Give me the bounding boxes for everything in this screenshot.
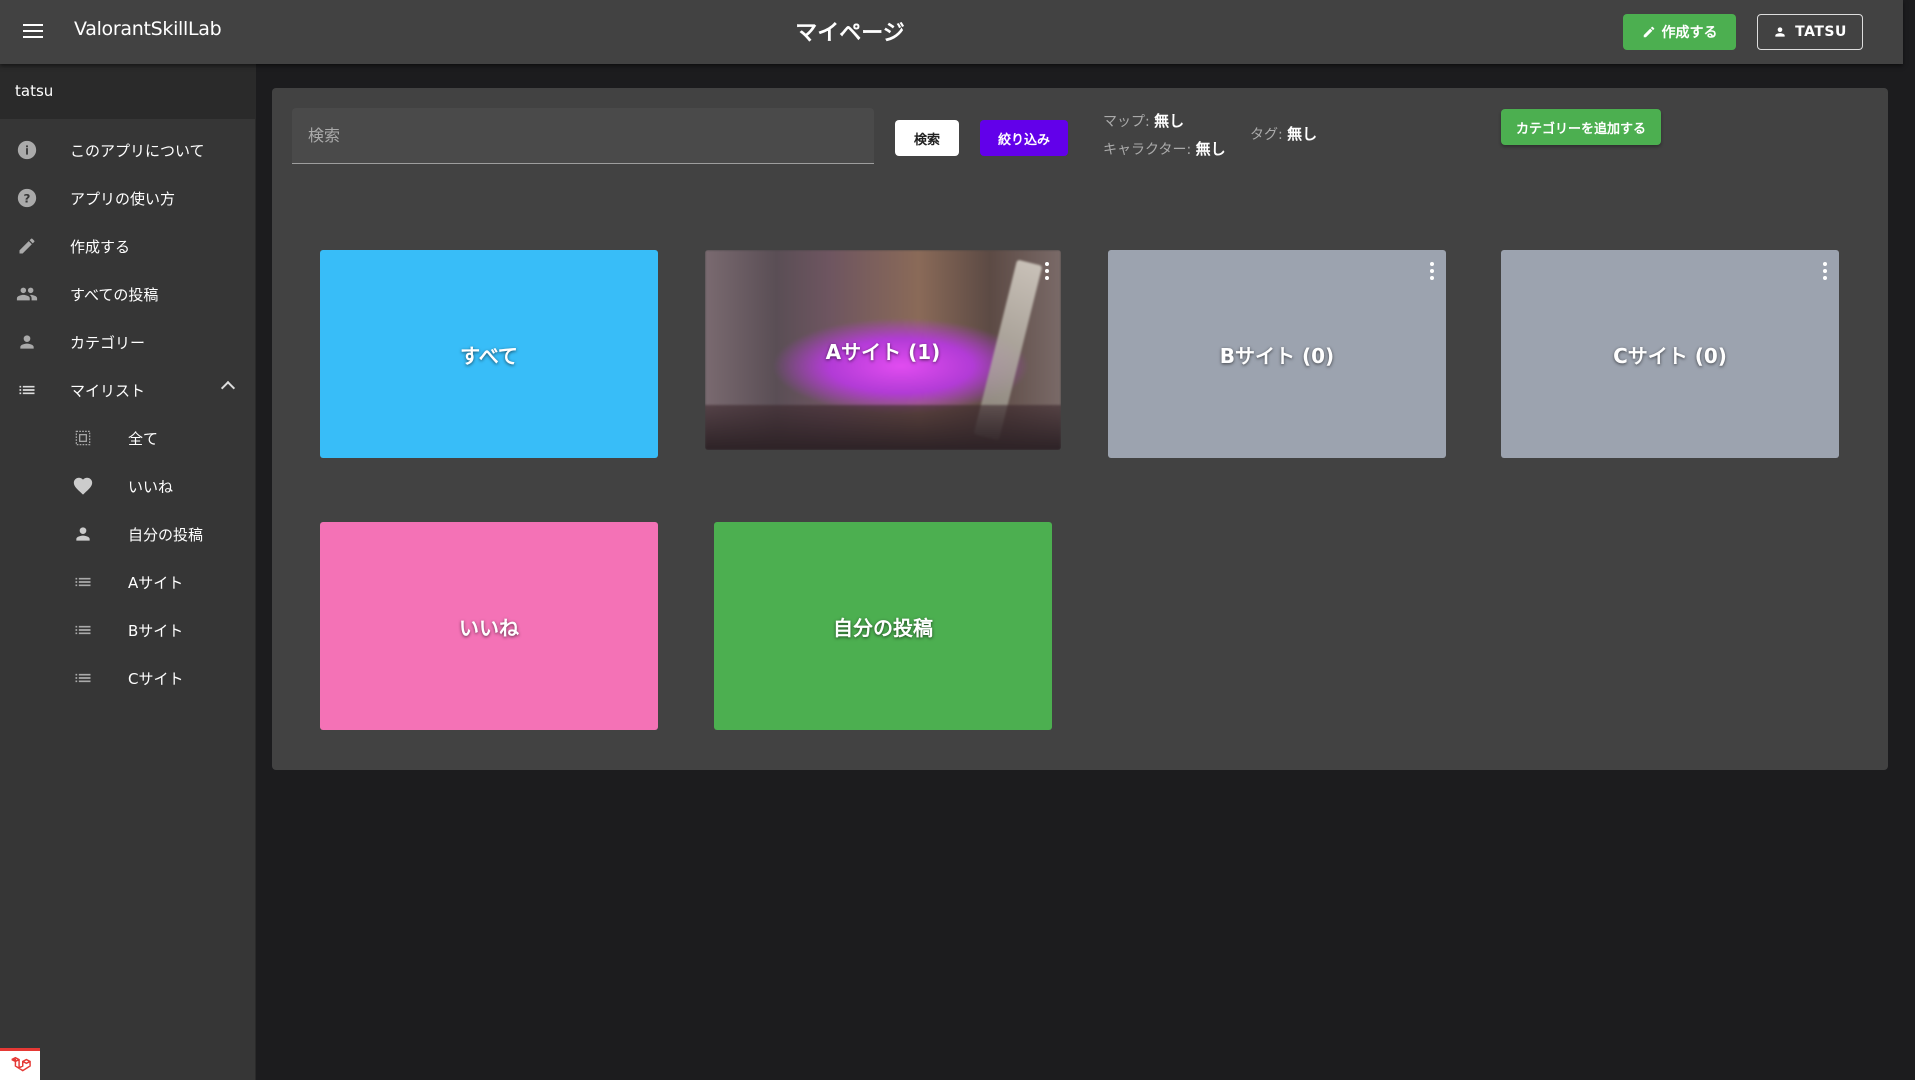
list-icon xyxy=(72,571,94,593)
create-button[interactable]: 作成する xyxy=(1623,14,1736,50)
character-filter: キャラクター: 無し xyxy=(1103,138,1226,159)
chevron-up-icon[interactable] xyxy=(220,380,236,396)
list-icon xyxy=(72,667,94,689)
person-icon xyxy=(1775,27,1785,37)
sidebar-item-about[interactable]: このアプリについて xyxy=(0,126,255,174)
category-card-likes[interactable]: いいね xyxy=(320,522,658,730)
character-filter-label: キャラクター: xyxy=(1103,142,1192,158)
category-card-label: Aサイト (1) xyxy=(825,339,941,364)
person-icon xyxy=(72,523,94,545)
pencil-icon xyxy=(1643,26,1654,38)
search-button[interactable]: 検索 xyxy=(895,120,959,156)
tag-filter-value: 無し xyxy=(1287,125,1318,143)
map-filter-label: マップ: xyxy=(1103,114,1150,130)
map-filter: マップ: 無し xyxy=(1103,110,1184,131)
list-icon xyxy=(72,619,94,641)
category-card-a-site[interactable]: Aサイト (1) xyxy=(705,250,1061,450)
sidebar-item-label: アプリの使い方 xyxy=(70,189,176,208)
list-icon xyxy=(16,379,38,401)
sidebar-item-label: 自分の投稿 xyxy=(128,525,204,544)
pencil-icon xyxy=(16,235,38,257)
character-filter-value: 無し xyxy=(1195,140,1226,158)
sidebar-item-label: 全て xyxy=(128,429,159,448)
app-bar: ValorantSkillLab マイページ 作成する TATSU xyxy=(0,0,1903,64)
search-input[interactable] xyxy=(292,108,874,163)
sidebar-item-label: 作成する xyxy=(70,237,131,256)
sidebar-item-all-posts[interactable]: すべての投稿 xyxy=(0,270,255,318)
info-icon xyxy=(16,139,38,161)
category-card-my-posts[interactable]: 自分の投稿 xyxy=(714,522,1052,730)
sidebar-username: tatsu xyxy=(0,64,255,119)
sidebar-item-category[interactable]: カテゴリー xyxy=(0,318,255,366)
filter-button[interactable]: 絞り込み xyxy=(980,120,1068,156)
sidebar: tatsu このアプリについて ? アプリの使い方 作成する すべての投稿 カテ… xyxy=(0,64,256,1080)
more-vert-icon[interactable] xyxy=(1045,262,1049,280)
sidebar-item-label: Aサイト xyxy=(128,573,184,592)
category-card-all[interactable]: すべて xyxy=(320,250,658,458)
sidebar-item-label: Bサイト xyxy=(128,621,184,640)
user-menu-label: TATSU xyxy=(1795,24,1847,40)
search-field[interactable] xyxy=(292,108,874,164)
add-category-button[interactable]: カテゴリーを追加する xyxy=(1501,109,1661,145)
category-card-label: 自分の投稿 xyxy=(833,615,933,640)
user-menu-button[interactable]: TATSU xyxy=(1757,14,1863,50)
sidebar-item-howto[interactable]: ? アプリの使い方 xyxy=(0,174,255,222)
people-icon xyxy=(16,283,38,305)
create-button-label: 作成する xyxy=(1661,25,1718,41)
sidebar-item-create[interactable]: 作成する xyxy=(0,222,255,270)
category-card-label: いいね xyxy=(459,615,519,640)
category-card-c-site[interactable]: Cサイト (0) xyxy=(1501,250,1839,458)
more-vert-icon[interactable] xyxy=(1430,262,1434,280)
laravel-logo-icon[interactable] xyxy=(0,1048,40,1080)
sidebar-item-label: このアプリについて xyxy=(70,141,205,160)
page-title: マイページ xyxy=(795,21,905,46)
sidebar-item-label: Cサイト xyxy=(128,669,184,688)
main-panel: 検索 絞り込み マップ: 無し キャラクター: 無し タグ: 無し カテゴリーを… xyxy=(272,88,1888,770)
svg-text:?: ? xyxy=(24,192,31,206)
sidebar-item-label: すべての投稿 xyxy=(70,285,159,304)
view-all-icon xyxy=(72,427,94,449)
sidebar-subitem-b-site[interactable]: Bサイト xyxy=(0,606,255,654)
category-card-label: Bサイト (0) xyxy=(1219,343,1335,368)
tag-filter-label: タグ: xyxy=(1250,127,1283,143)
sidebar-item-mylist[interactable]: マイリスト xyxy=(0,366,255,414)
person-icon xyxy=(16,331,38,353)
sidebar-item-label: いいね xyxy=(128,477,174,496)
map-filter-value: 無し xyxy=(1154,112,1185,130)
sidebar-item-label: マイリスト xyxy=(70,381,146,400)
sidebar-item-label: カテゴリー xyxy=(70,333,146,352)
category-card-label: Cサイト (0) xyxy=(1613,343,1727,368)
sidebar-subitem-my-posts[interactable]: 自分の投稿 xyxy=(0,510,255,558)
category-card-b-site[interactable]: Bサイト (0) xyxy=(1108,250,1446,458)
heart-icon xyxy=(72,475,94,497)
category-card-label: すべて xyxy=(460,343,518,368)
more-vert-icon[interactable] xyxy=(1823,262,1827,280)
tag-filter: タグ: 無し xyxy=(1250,123,1317,144)
help-icon: ? xyxy=(16,187,38,209)
sidebar-subitem-likes[interactable]: いいね xyxy=(0,462,255,510)
sidebar-subitem-a-site[interactable]: Aサイト xyxy=(0,558,255,606)
sidebar-subitem-all[interactable]: 全て xyxy=(0,414,255,462)
sidebar-subitem-c-site[interactable]: Cサイト xyxy=(0,654,255,702)
